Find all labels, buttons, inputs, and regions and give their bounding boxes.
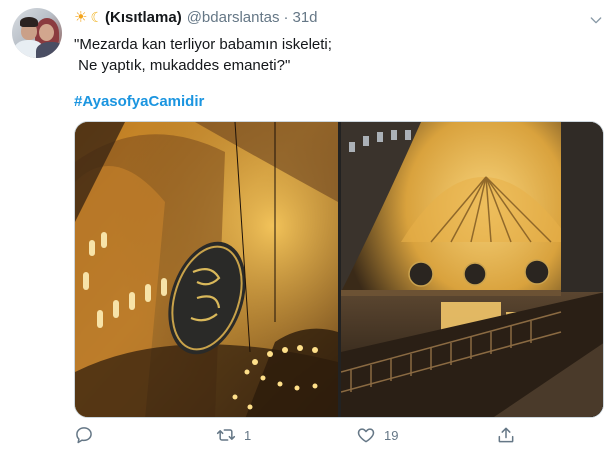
tweet-timestamp[interactable]: 31d — [292, 9, 317, 26]
photo-dome-calligraphy[interactable] — [75, 122, 338, 417]
reply-icon — [76, 427, 92, 444]
photo-interior-gallery[interactable] — [341, 122, 603, 417]
retweet-button[interactable]: 1 — [216, 425, 251, 445]
display-name[interactable]: (Kısıtlama) — [105, 9, 182, 26]
crescent-moon-icon: ☾ — [90, 8, 104, 25]
share-icon — [498, 427, 514, 443]
user-handle[interactable]: @bdarslantas — [187, 9, 280, 26]
like-count: 19 — [384, 427, 399, 443]
chevron-down-icon[interactable] — [588, 12, 604, 28]
retweet-icon — [216, 429, 236, 441]
retweet-count: 1 — [244, 427, 252, 443]
separator-dot: · — [283, 8, 289, 26]
tweet-text-line-2: Ne yaptık, mukaddes emaneti?" — [74, 57, 291, 74]
heart-icon — [357, 428, 375, 443]
like-button[interactable]: 19 — [356, 425, 398, 445]
avatar[interactable] — [12, 8, 62, 58]
tweet-text-line-1: "Mezarda kan terliyor babamın iskeleti; — [74, 36, 332, 53]
share-button[interactable] — [496, 425, 524, 445]
tweet-actions: 1 19 — [74, 425, 594, 451]
reply-button[interactable] — [74, 425, 102, 445]
media-grid — [74, 121, 604, 418]
tweet-header: ☀ ☾ (Kısıtlama) @bdarslantas · 31d — [74, 8, 318, 27]
tweet-text: "Mezarda kan terliyor babamın iskeleti; … — [74, 34, 332, 76]
sun-icon: ☀ — [74, 9, 88, 26]
hashtag-link[interactable]: #AyasofyaCamidir — [74, 93, 204, 110]
